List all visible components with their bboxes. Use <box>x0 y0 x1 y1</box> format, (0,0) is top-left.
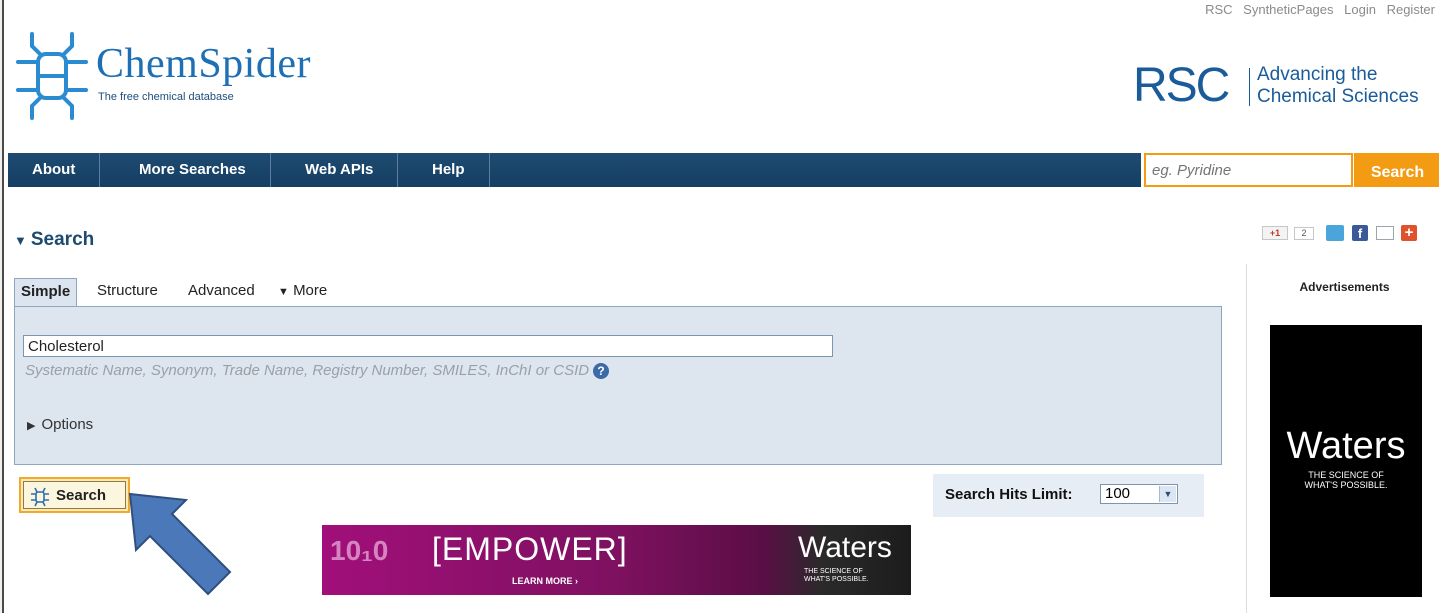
options-toggle[interactable]: ▶ Options <box>27 416 93 433</box>
search-button[interactable]: Search <box>19 477 130 513</box>
right-sidebar: Advertisements Waters THE SCIENCE OF WHA… <box>1246 264 1439 613</box>
rsc-slogan-line1: Advancing the <box>1257 64 1378 85</box>
search-query-input[interactable] <box>23 335 833 357</box>
chevron-down-icon: ▼ <box>1159 486 1176 502</box>
logo-tagline: The free chemical database <box>98 91 234 103</box>
nav-more-searches[interactable]: More Searches <box>115 153 271 187</box>
spider-logo-icon <box>16 32 88 120</box>
tab-simple[interactable]: Simple <box>14 278 78 306</box>
search-button-label: Search <box>56 487 107 504</box>
facebook-icon[interactable]: f <box>1352 225 1368 241</box>
link-register[interactable]: Register <box>1387 2 1435 17</box>
options-label: Options <box>41 416 94 433</box>
rsc-slogan-line2: Chemical Sciences <box>1257 86 1419 107</box>
header-search-button[interactable]: Search <box>1354 153 1439 187</box>
tab-more-searches[interactable]: ▼ More searches... <box>272 278 357 326</box>
hits-limit-select[interactable]: 100 ▼ <box>1100 484 1178 504</box>
banner-tagline: THE SCIENCE OF WHAT'S POSSIBLE. <box>804 568 869 584</box>
collapse-icon: ▼ <box>14 233 27 248</box>
main-nav: About More Searches Web APIs Help <box>8 153 1141 187</box>
gplus-icon[interactable]: +1 <box>1262 226 1288 240</box>
rsc-mark: RSC <box>1133 59 1230 112</box>
help-icon[interactable]: ? <box>593 363 610 380</box>
hits-limit-value: 100 <box>1105 485 1131 502</box>
side-ad-brand: Waters <box>1286 425 1406 467</box>
search-section-heading[interactable]: ▼ Search <box>14 229 94 251</box>
dropdown-triangle-icon: ▼ <box>278 286 289 298</box>
nav-about[interactable]: About <box>8 153 101 187</box>
rsc-slogan: Advancing the Chemical Sciences <box>1257 64 1419 108</box>
waters-side-ad[interactable]: Waters THE SCIENCE OF WHAT'S POSSIBLE. <box>1270 325 1422 597</box>
link-rsc[interactable]: RSC <box>1205 2 1232 17</box>
empower-banner-ad[interactable]: 10₁0 [EMPOWER] LEARN MORE › Waters THE S… <box>322 525 911 595</box>
rsc-logo[interactable]: RSC Advancing the Chemical Sciences <box>1133 58 1433 118</box>
tab-advanced[interactable]: Advanced <box>182 278 261 306</box>
logo-title: ChemSpider <box>96 41 311 87</box>
section-title: Search <box>30 229 95 250</box>
chemspider-logo[interactable]: ChemSpider The free chemical database <box>12 26 352 126</box>
banner-brand: Waters <box>798 531 892 564</box>
simple-search-panel: Systematic Name, Synonym, Trade Name, Re… <box>14 306 1222 465</box>
annotation-arrow-icon <box>128 492 232 596</box>
banner-binary: 10₁0 <box>330 535 389 566</box>
nav-web-apis[interactable]: Web APIs <box>281 153 399 187</box>
search-hint: Systematic Name, Synonym, Trade Name, Re… <box>25 362 610 380</box>
gplus-label: +1 <box>1269 228 1281 238</box>
nav-help[interactable]: Help <box>408 153 490 187</box>
header-search-input[interactable] <box>1144 153 1353 187</box>
side-ad-tagline-2: WHAT'S POSSIBLE. <box>1304 480 1388 490</box>
link-syntheticpages[interactable]: SyntheticPages <box>1243 2 1333 17</box>
search-button-face: Search <box>23 481 126 509</box>
search-hint-text: Systematic Name, Synonym, Trade Name, Re… <box>25 362 590 379</box>
tab-structure[interactable]: Structure <box>91 278 164 306</box>
advertisements-label: Advertisements <box>1299 280 1390 294</box>
side-ad-tagline: THE SCIENCE OF WHAT'S POSSIBLE. <box>1270 470 1422 490</box>
hits-limit-label: Search Hits Limit: <box>945 486 1073 503</box>
spider-icon <box>31 487 49 507</box>
email-icon[interactable] <box>1376 226 1394 240</box>
add-share-icon[interactable]: + <box>1401 225 1417 241</box>
gplus-count: 2 <box>1294 227 1314 240</box>
banner-tagline-2: WHAT'S POSSIBLE. <box>804 576 869 583</box>
rsc-divider <box>1249 68 1250 106</box>
banner-tagline-1: THE SCIENCE OF <box>804 568 863 575</box>
page-frame: RSC SyntheticPages Login Register ChemSp… <box>2 0 1439 613</box>
banner-headline: [EMPOWER] <box>432 531 628 567</box>
banner-learn-more[interactable]: LEARN MORE › <box>512 576 578 586</box>
twitter-icon[interactable] <box>1326 225 1344 241</box>
top-links: RSC SyntheticPages Login Register <box>1198 2 1435 17</box>
link-login[interactable]: Login <box>1344 2 1376 17</box>
share-bar: +1 2 f + <box>1262 224 1432 242</box>
side-ad-tagline-1: THE SCIENCE OF <box>1308 470 1384 480</box>
expand-icon: ▶ <box>27 420 36 432</box>
search-hits-limit: Search Hits Limit: 100 ▼ <box>933 474 1204 517</box>
